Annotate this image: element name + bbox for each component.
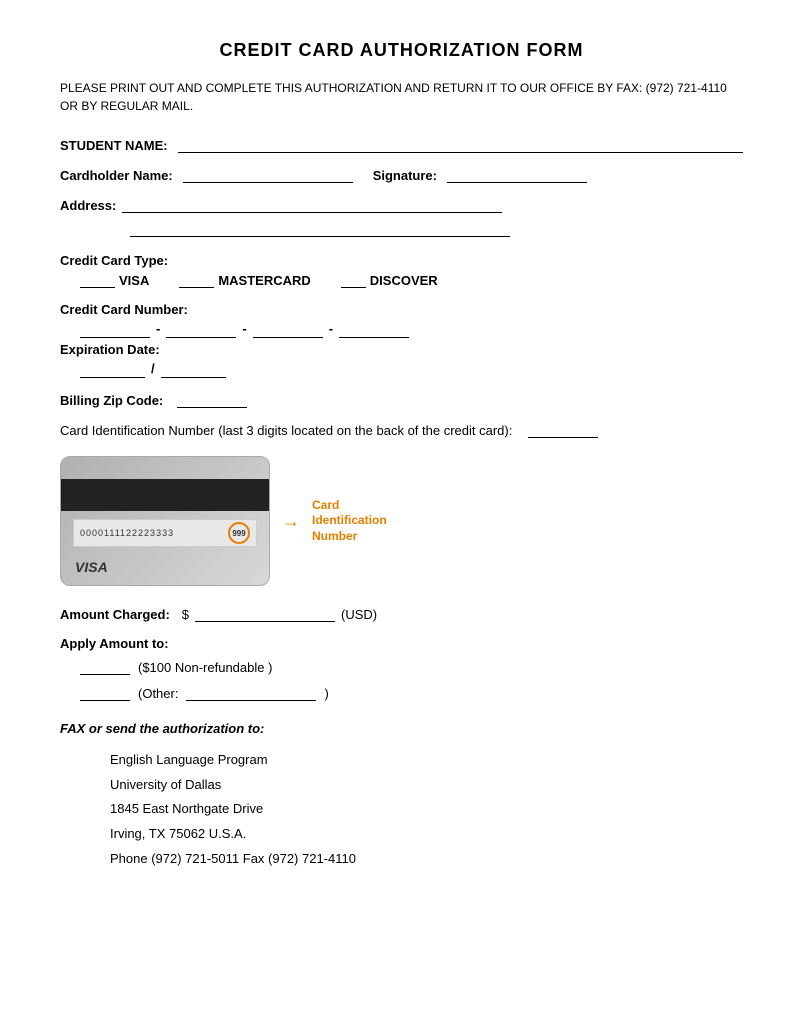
expiry-fields: / [80, 361, 743, 378]
card-arrow-icon: → [282, 511, 300, 532]
instructions: PLEASE PRINT OUT AND COMPLETE THIS AUTHO… [60, 79, 743, 115]
student-name-row: STUDENT NAME: [60, 137, 743, 153]
billing-zip-row: Billing Zip Code: [60, 392, 743, 408]
cardholder-name-label: Cardholder Name: [60, 168, 173, 183]
cc-number-label: Credit Card Number: [60, 302, 743, 317]
apply-option-2: (Other: ) [80, 685, 743, 701]
address-info-line4: Irving, TX 75062 U.S.A. [110, 822, 743, 847]
cc-sep2: - [242, 321, 246, 336]
cc-mastercard-label: MASTERCARD [218, 273, 310, 288]
expiry-label: Expiration Date: [60, 342, 743, 357]
apply-field-2[interactable] [80, 685, 130, 701]
card-visa-text: VISA [75, 559, 108, 575]
cc-number-section: Credit Card Number: - - - [60, 302, 743, 338]
card-sig-area: 0000111122223333 999 [73, 519, 257, 547]
apply-option-1: ($100 Non-refundable ) [80, 659, 743, 675]
cc-type-label: Credit Card Type: [60, 253, 743, 268]
amount-field[interactable] [195, 606, 335, 622]
fax-title: FAX or send the authorization to: [60, 721, 743, 736]
apply-other-field[interactable] [186, 685, 316, 701]
address-info-line5: Phone (972) 721-5011 Fax (972) 721-4110 [110, 847, 743, 872]
cc-num-seg3[interactable] [253, 322, 323, 338]
cc-sep1: - [156, 321, 160, 336]
cc-num-seg1[interactable] [80, 322, 150, 338]
signature-label: Signature: [373, 168, 437, 183]
expiry-slash: / [151, 361, 155, 376]
address-info-line1: English Language Program [110, 748, 743, 773]
cc-visa-field[interactable] [80, 272, 115, 288]
cardholder-row: Cardholder Name: Signature: [60, 167, 743, 183]
address-field-1[interactable] [122, 197, 502, 213]
amount-row: Amount Charged: $ (USD) [60, 606, 743, 622]
expiry-month[interactable] [80, 362, 145, 378]
address-info-line3: 1845 East Northgate Drive [110, 797, 743, 822]
card-visual: 0000111122223333 999 VISA [60, 456, 270, 586]
cc-discover-field[interactable] [341, 272, 366, 288]
card-number-display: 0000111122223333 [80, 528, 224, 538]
amount-suffix: (USD) [341, 607, 377, 622]
cc-mastercard-field[interactable] [179, 272, 214, 288]
amount-currency: $ [182, 607, 189, 622]
apply-label: Apply Amount to: [60, 636, 743, 651]
cc-discover-option: DISCOVER [341, 272, 438, 288]
apply-option1-text: ($100 Non-refundable ) [138, 660, 272, 675]
signature-field[interactable] [447, 167, 587, 183]
cc-sep3: - [329, 321, 333, 336]
card-image-container: 0000111122223333 999 VISA → Card Identif… [60, 456, 412, 586]
card-cvv-circle: 999 [228, 522, 250, 544]
expiry-section: Expiration Date: / [60, 342, 743, 378]
cvv-field[interactable] [528, 422, 598, 438]
amount-label: Amount Charged: [60, 607, 170, 622]
cc-mastercard-option: MASTERCARD [179, 272, 310, 288]
cc-discover-label: DISCOVER [370, 273, 438, 288]
address-field-2[interactable] [130, 221, 510, 237]
cvv-label: Card Identification Number (last 3 digit… [60, 423, 512, 438]
cc-number-fields: - - - [80, 321, 743, 338]
address-info: English Language Program University of D… [110, 748, 743, 871]
address-info-line2: University of Dallas [110, 773, 743, 798]
apply-option2-prefix: (Other: [138, 686, 178, 701]
student-name-field[interactable] [178, 137, 743, 153]
address-section: Address: [60, 197, 743, 237]
cc-visa-option: VISA [80, 272, 149, 288]
apply-section: Apply Amount to: ($100 Non-refundable ) … [60, 636, 743, 701]
cc-type-section: Credit Card Type: VISA MASTERCARD DISCOV… [60, 253, 743, 288]
cc-num-seg4[interactable] [339, 322, 409, 338]
cardholder-name-field[interactable] [183, 167, 353, 183]
card-mag-stripe [61, 479, 269, 511]
billing-zip-field[interactable] [177, 392, 247, 408]
expiry-year[interactable] [161, 362, 226, 378]
cvv-row: Card Identification Number (last 3 digit… [60, 422, 743, 438]
address-label: Address: [60, 198, 116, 213]
apply-field-1[interactable] [80, 659, 130, 675]
page-title: CREDIT CARD AUTHORIZATION FORM [60, 40, 743, 61]
card-id-label: Card Identification Number [312, 498, 412, 545]
cc-num-seg2[interactable] [166, 322, 236, 338]
cc-type-options: VISA MASTERCARD DISCOVER [80, 272, 743, 288]
student-name-label: STUDENT NAME: [60, 138, 168, 153]
fax-section: FAX or send the authorization to: Englis… [60, 721, 743, 871]
apply-option2-suffix: ) [324, 686, 328, 701]
cc-visa-label: VISA [119, 273, 149, 288]
billing-zip-label: Billing Zip Code: [60, 393, 163, 408]
